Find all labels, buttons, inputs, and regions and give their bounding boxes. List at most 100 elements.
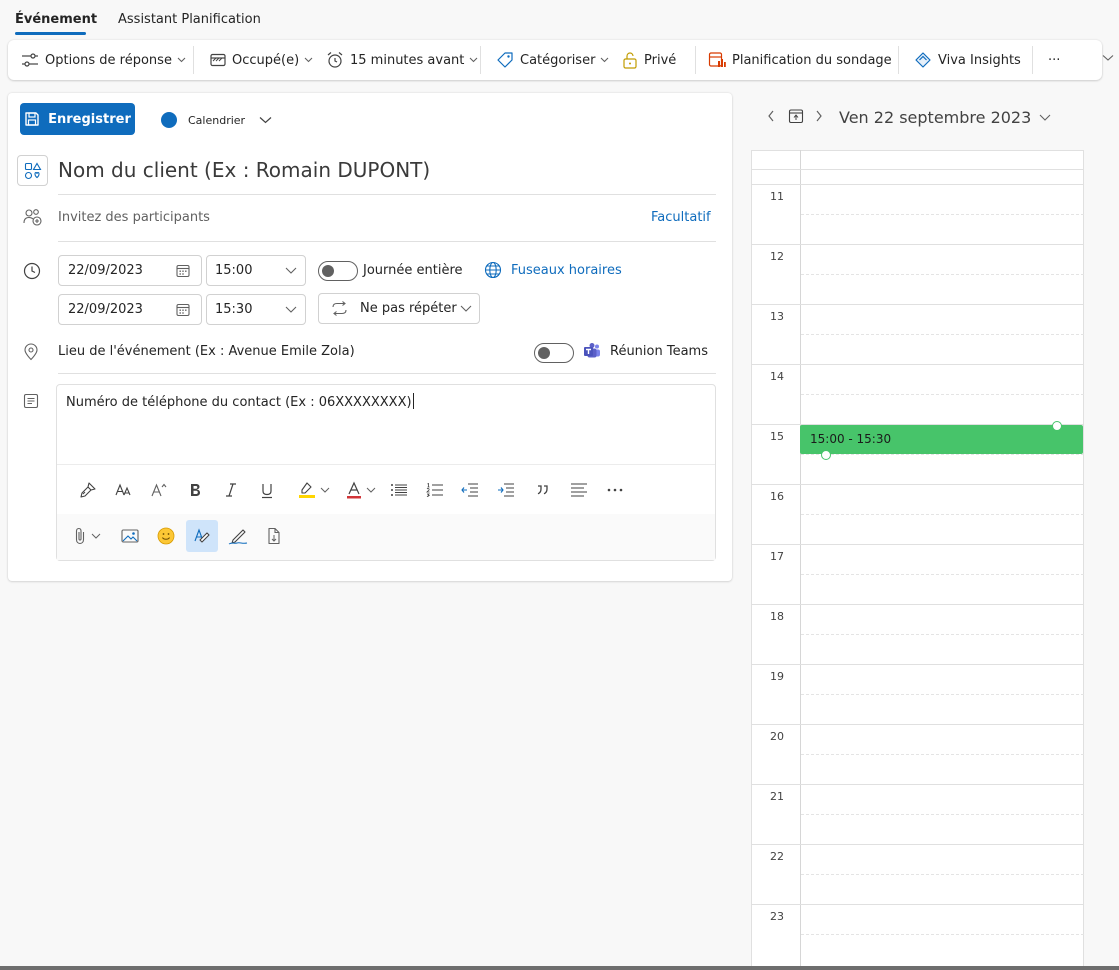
tag-icon: [496, 51, 514, 69]
event-resize-handle-top[interactable]: [1052, 421, 1062, 431]
more-options-button[interactable]: ···: [1048, 40, 1060, 80]
half-hour-gridline: [801, 214, 1084, 215]
editor-button[interactable]: [186, 520, 218, 552]
document-icon: [266, 527, 282, 545]
body-content: Numéro de téléphone du contact (Ex : 06X…: [66, 395, 412, 410]
chevron-left-icon: [766, 108, 776, 124]
hour-gridline: [751, 604, 1084, 605]
previous-day-button[interactable]: [766, 108, 776, 124]
italic-button[interactable]: [219, 478, 243, 502]
font-color-button[interactable]: [339, 478, 381, 502]
half-hour-gridline: [801, 874, 1084, 875]
ribbon-toolbar: Options de réponse Occupé(e) 15 minutes …: [8, 40, 1102, 80]
optional-attendees-link[interactable]: Facultatif: [651, 210, 711, 225]
ribbon-divider: [1032, 46, 1033, 74]
highlighter-icon: [297, 481, 317, 499]
start-date-picker[interactable]: 22/09/2023: [58, 255, 202, 286]
hour-gridline: [751, 844, 1084, 845]
format-painter-icon: [79, 481, 97, 499]
end-date-picker[interactable]: 22/09/2023: [58, 294, 202, 325]
decrease-indent-button[interactable]: [458, 478, 482, 502]
active-tab-indicator: [15, 32, 86, 35]
teams-meeting-toggle[interactable]: [534, 343, 574, 363]
calendar-color-dot: [161, 112, 177, 128]
signature-button[interactable]: [226, 524, 250, 548]
hour-label: 11: [770, 190, 784, 203]
more-options-icon: ···: [1048, 52, 1061, 68]
half-hour-gridline: [801, 514, 1084, 515]
reminder-button[interactable]: 15 minutes avant: [326, 40, 478, 80]
hour-label: 15: [770, 430, 784, 443]
body-text[interactable]: Numéro de téléphone du contact (Ex : 06X…: [66, 393, 414, 410]
hour-label: 17: [770, 550, 784, 563]
insert-picture-button[interactable]: [118, 524, 142, 548]
event-time-label: 15:00 - 15:30: [810, 432, 892, 446]
repeat-dropdown[interactable]: Ne pas répéter: [318, 293, 480, 324]
next-day-button[interactable]: [814, 108, 824, 124]
calendar-date-label: Ven 22 septembre 2023: [839, 108, 1032, 127]
event-title-input[interactable]: Nom du client (Ex : Romain DUPONT): [58, 158, 698, 182]
ribbon-expand-chevron-icon[interactable]: [1102, 54, 1114, 62]
underline-button[interactable]: [255, 478, 279, 502]
attendees-input[interactable]: Invitez des participants: [58, 210, 210, 225]
calendar-event-block[interactable]: 15:00 - 15:30: [800, 425, 1083, 454]
start-time-picker[interactable]: 15:00: [206, 255, 306, 286]
font-size-icon: [115, 482, 133, 498]
tab-event[interactable]: Événement: [15, 12, 97, 27]
save-icon: [24, 111, 48, 127]
calendar-icon: [176, 303, 190, 317]
bold-icon: [188, 482, 202, 498]
save-label: Enregistrer: [48, 111, 131, 127]
calendar-today-icon: [788, 108, 804, 124]
event-type-button[interactable]: [17, 155, 48, 186]
font-size-button[interactable]: [112, 478, 136, 502]
event-resize-handle-bottom[interactable]: [821, 450, 831, 460]
categorize-button[interactable]: Catégoriser: [496, 40, 609, 80]
grow-font-icon: [150, 482, 168, 498]
chevron-down-icon: [460, 305, 472, 312]
emoji-button[interactable]: [154, 524, 178, 548]
emoji-icon: [157, 527, 175, 545]
hour-gridline: [751, 169, 1084, 170]
format-painter-button[interactable]: [76, 478, 100, 502]
shapes-icon: [24, 161, 42, 180]
response-options-button[interactable]: Options de réponse: [21, 40, 186, 80]
show-as-label: Occupé(e): [232, 52, 300, 68]
show-as-button[interactable]: Occupé(e): [210, 40, 313, 80]
half-hour-gridline: [801, 754, 1084, 755]
hour-gridline: [751, 724, 1084, 725]
calendar-selector[interactable]: Calendrier: [161, 108, 272, 132]
time-zones-link[interactable]: Fuseaux horaires: [484, 261, 622, 279]
bullets-button[interactable]: [387, 478, 411, 502]
more-options-icon: [607, 488, 623, 492]
viva-insights-button[interactable]: Viva Insights: [914, 40, 1021, 80]
quote-button[interactable]: [531, 478, 555, 502]
align-button[interactable]: [567, 478, 591, 502]
busy-status-icon: [210, 53, 226, 67]
all-day-label: Journée entière: [363, 263, 463, 278]
insert-loop-button[interactable]: [262, 524, 286, 548]
all-day-toggle[interactable]: [318, 261, 358, 281]
bold-button[interactable]: [183, 478, 207, 502]
scheduling-poll-button[interactable]: Planification du sondage: [708, 40, 892, 80]
save-button[interactable]: Enregistrer: [20, 103, 135, 135]
private-button[interactable]: Privé: [622, 40, 676, 80]
increase-indent-button[interactable]: [494, 478, 518, 502]
bullet-list-icon: [390, 483, 408, 497]
highlight-button[interactable]: [292, 478, 334, 502]
today-button[interactable]: [788, 108, 804, 124]
teams-toggle-knob: [538, 347, 550, 359]
more-formatting-button[interactable]: [603, 478, 627, 502]
editor-pen-icon: [193, 527, 211, 545]
tab-scheduling-assistant[interactable]: Assistant Planification: [118, 12, 261, 27]
numbering-button[interactable]: [423, 478, 447, 502]
half-hour-gridline: [801, 814, 1084, 815]
calendar-date-picker[interactable]: Ven 22 septembre 2023: [839, 108, 1051, 127]
location-input[interactable]: Lieu de l'événement (Ex : Avenue Emile Z…: [58, 344, 355, 359]
alarm-clock-icon: [326, 51, 344, 69]
half-hour-gridline: [801, 274, 1084, 275]
attach-file-button[interactable]: [70, 524, 104, 548]
grow-font-button[interactable]: [147, 478, 171, 502]
end-time-picker[interactable]: 15:30: [206, 294, 306, 325]
chevron-down-icon: [177, 57, 186, 63]
